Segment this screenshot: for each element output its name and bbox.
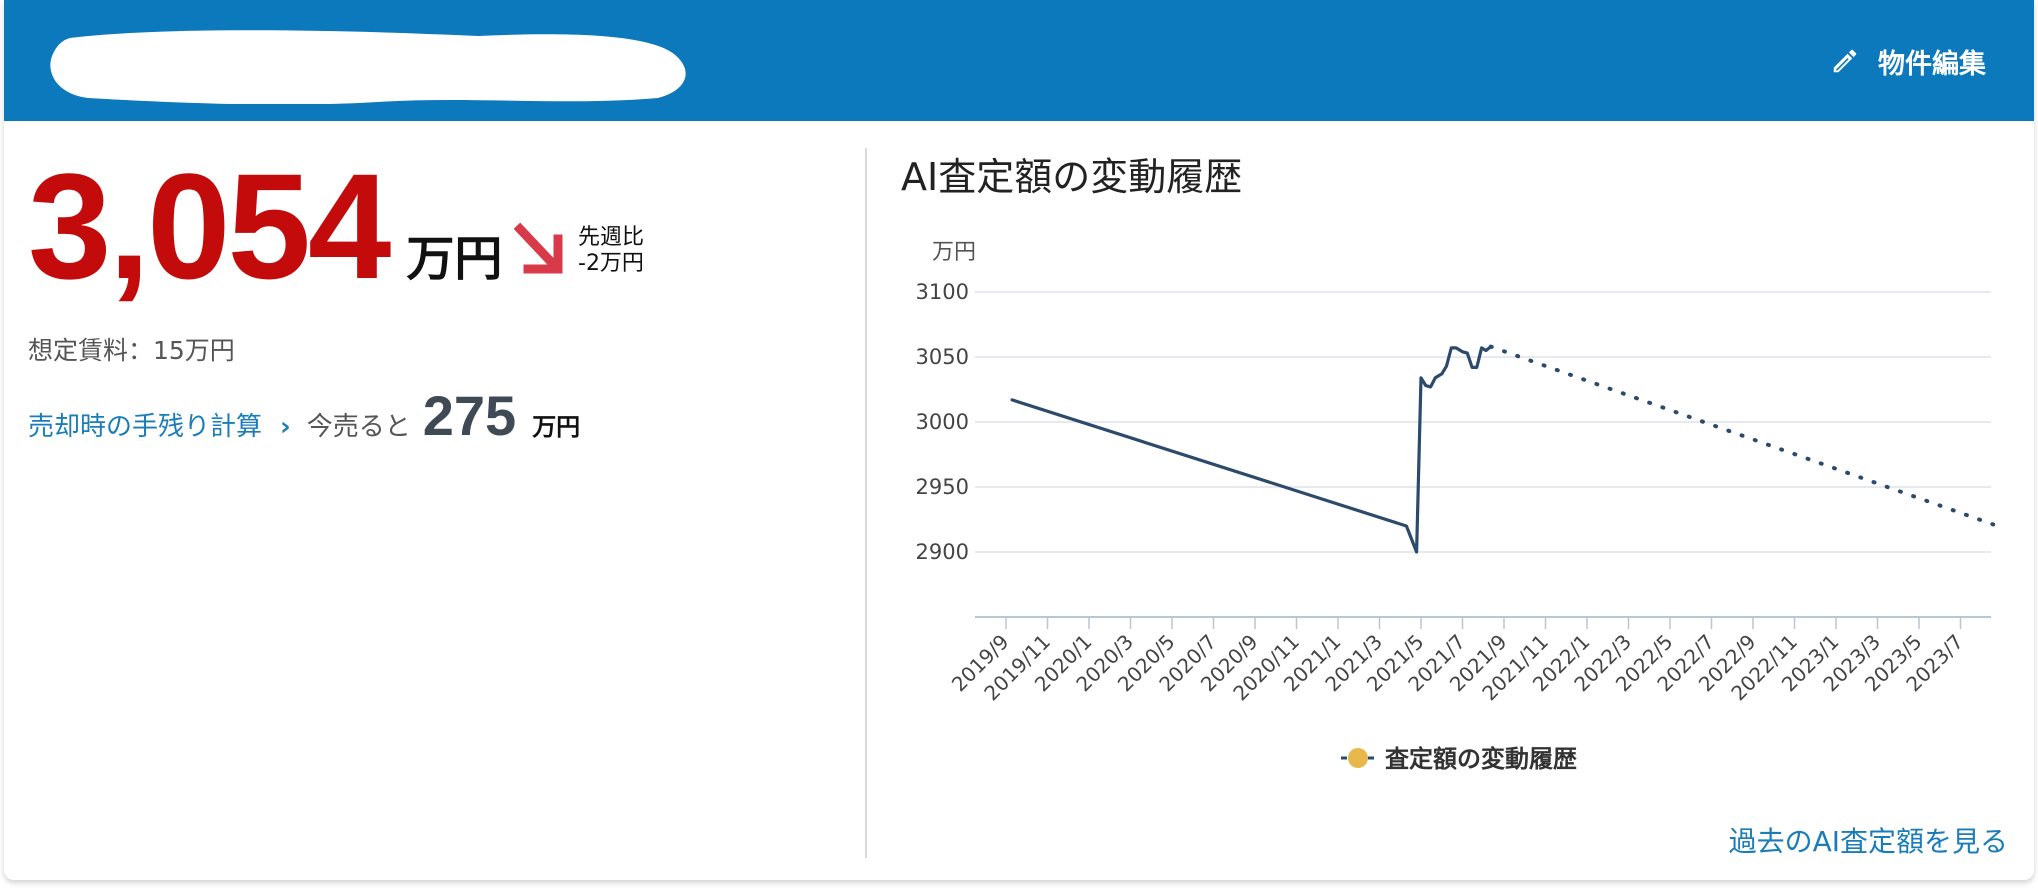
forecast-line <box>1488 344 2000 528</box>
past-valuations-link[interactable]: 過去のAI査定額を見る <box>1729 820 2008 860</box>
legend-label: 査定額の変動履歴 <box>1385 745 1577 773</box>
y-axis-unit: 万円 <box>932 240 976 265</box>
property-card: 物件編集 3,054 万円 先週比 -2万円 想定賃料：15万円 売却時の手残り… <box>4 0 2034 880</box>
y-tick-label: 3050 <box>916 345 969 369</box>
valuation-history-chart: 31003050300029502900万円2019/92019/112020/… <box>916 240 2000 773</box>
y-tick-label: 3100 <box>916 280 969 304</box>
y-tick-label: 2950 <box>916 475 969 499</box>
legend-marker <box>1348 748 1368 768</box>
y-tick-label: 3000 <box>916 410 969 434</box>
y-tick-label: 2900 <box>916 540 969 564</box>
history-line <box>1010 345 1493 554</box>
